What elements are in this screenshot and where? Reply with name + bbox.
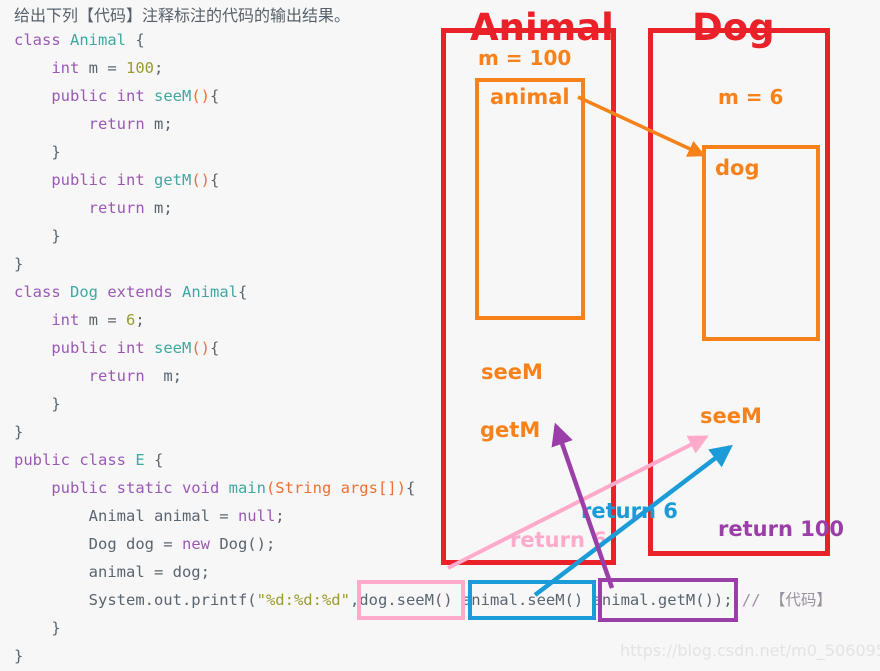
screenshot-root: 给出下列【代码】注释标注的代码的输出结果。 class Animal { int…	[0, 0, 880, 671]
watermark: https://blog.csdn.net/m0_50609545	[620, 641, 880, 660]
diagram-arrows	[447, 95, 733, 597]
animal-to-dog-pointer-arrow	[577, 95, 706, 157]
pink-call-arrow	[447, 435, 709, 570]
memory-diagram: Animal Dog m = 100 m = 6 animal dog seeM…	[0, 0, 880, 671]
blue-call-arrow	[533, 444, 733, 597]
